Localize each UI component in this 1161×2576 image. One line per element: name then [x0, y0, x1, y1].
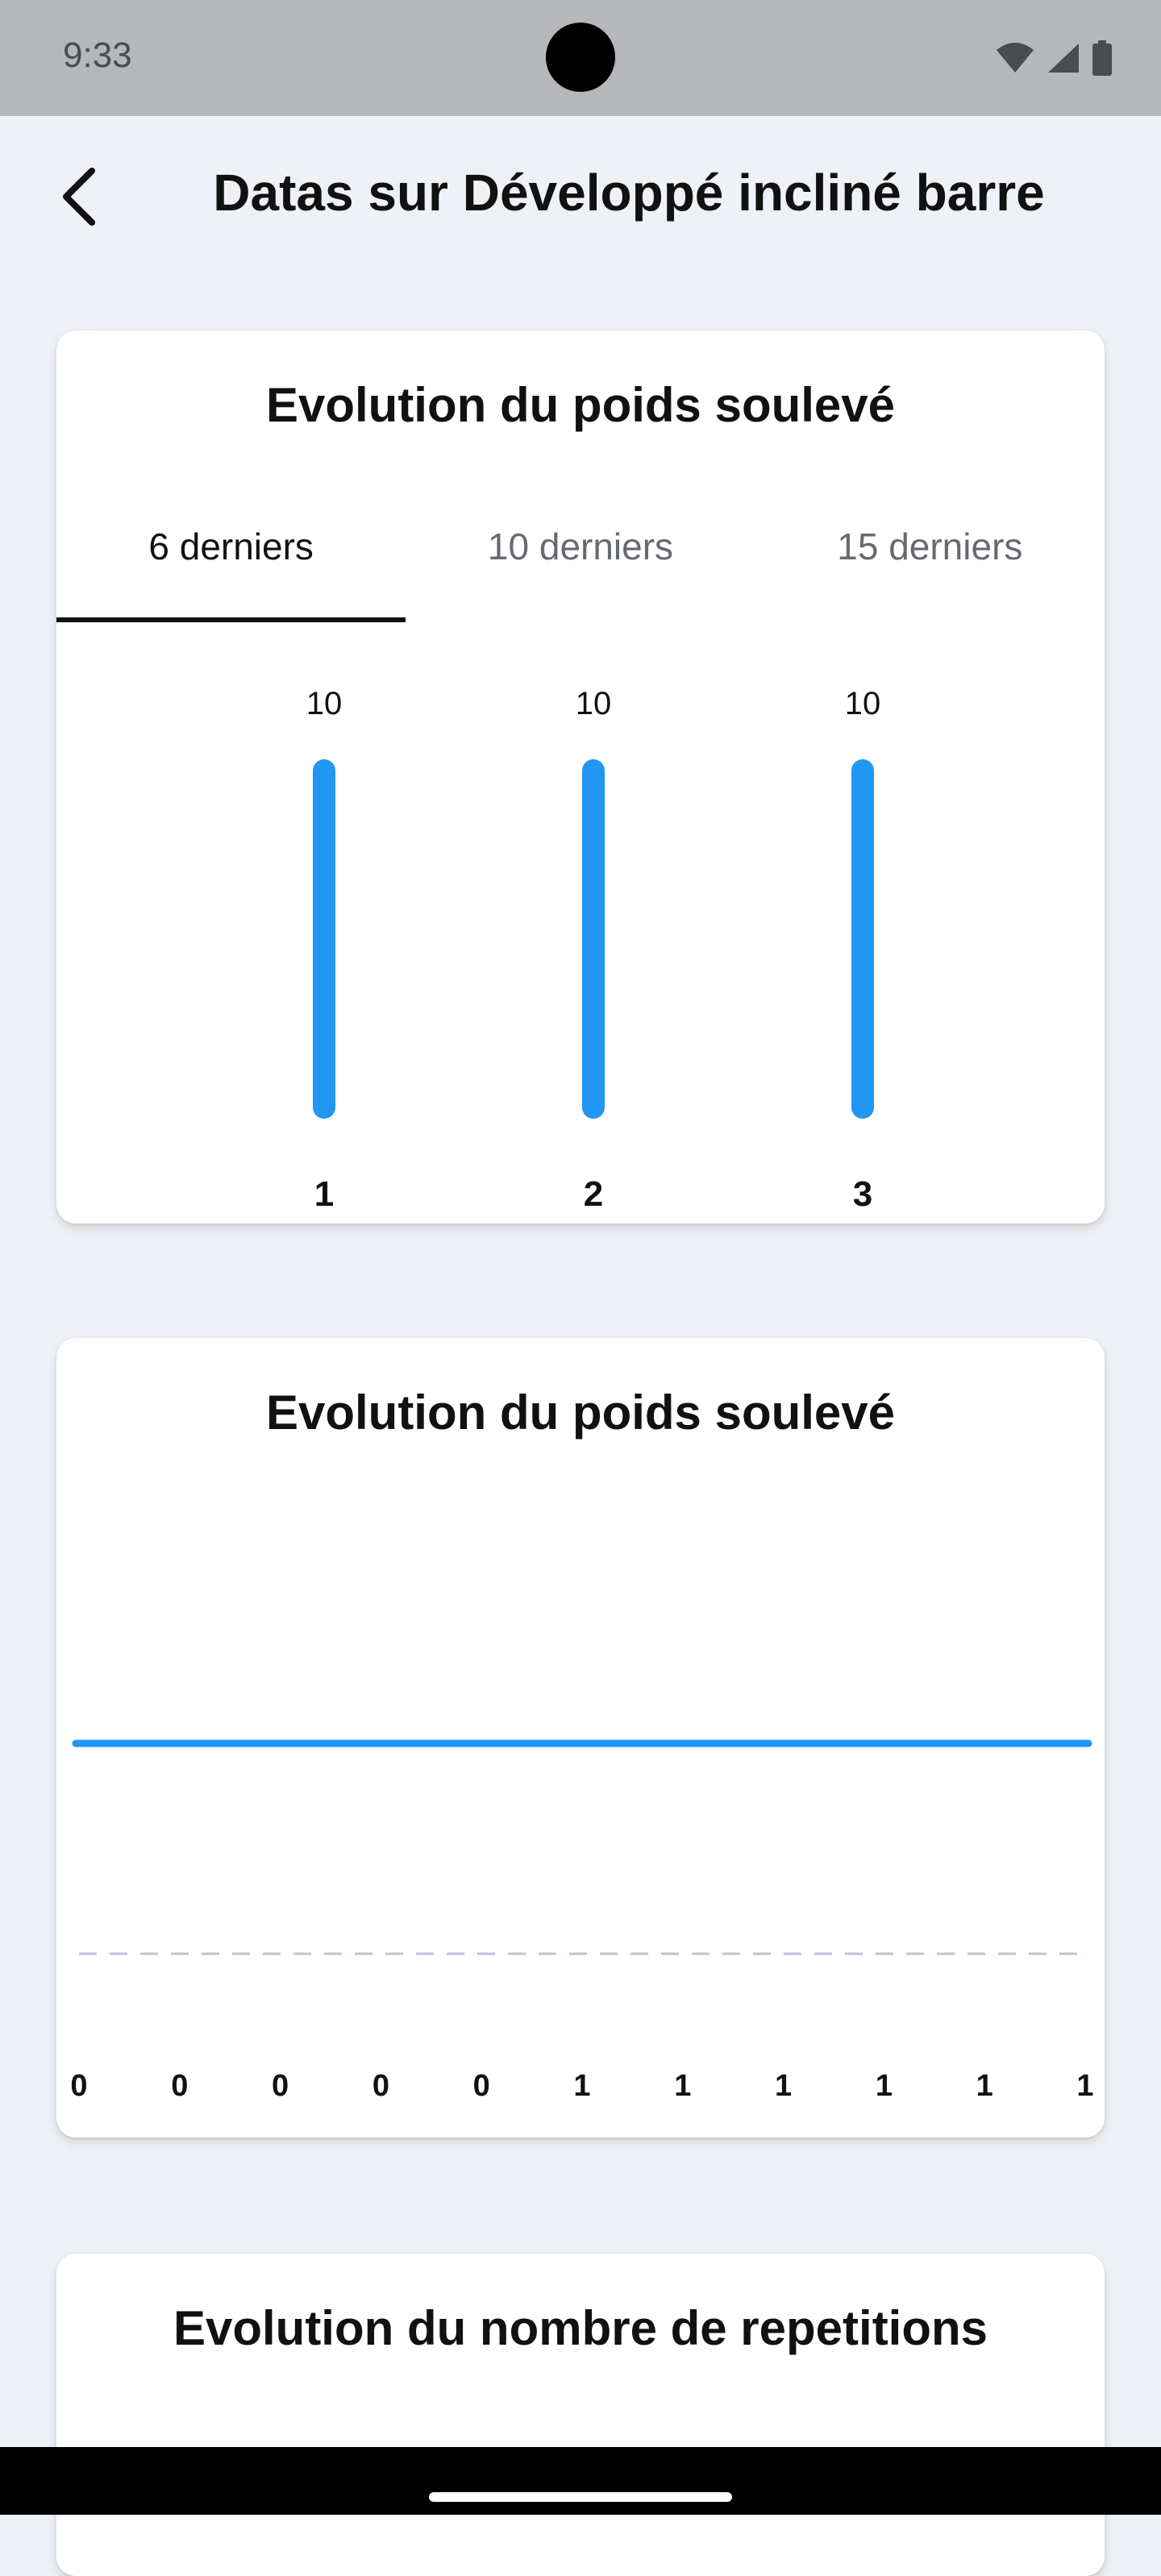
bar-value-label: 10 [576, 686, 612, 721]
battery-icon [1092, 40, 1112, 76]
wifi-icon [997, 43, 1034, 73]
home-gesture-pill[interactable] [429, 2492, 732, 2502]
card-title: Evolution du poids soulevé [265, 1386, 896, 1440]
tab-15-derniers[interactable]: 15 derniers [755, 500, 1105, 622]
x-tick-label: 0 [272, 2069, 289, 2103]
x-tick-label: 1 [775, 2069, 792, 2103]
range-tabs: 6 derniers 10 derniers 15 derniers [56, 500, 1105, 622]
line-chart: 0 0 0 0 0 1 1 1 1 1 1 [70, 1739, 1094, 2103]
bar-category-label: 2 [584, 1174, 603, 1214]
chart-bar [851, 759, 874, 1119]
back-arrow-icon [63, 168, 95, 226]
card-title: Evolution du nombre de repetitions [173, 2301, 988, 2355]
bar-chart: 10 1 10 2 10 3 [306, 686, 881, 1214]
x-tick-label: 0 [372, 2069, 389, 2103]
tab-label: 10 derniers [487, 526, 674, 567]
back-button[interactable] [48, 164, 113, 229]
x-tick-label: 0 [473, 2069, 490, 2103]
weight-line-chart-card: Evolution du poids soulevé 0 0 0 0 0 1 1 1 1 1 1 [56, 1338, 1105, 2138]
camera-cutout [546, 23, 615, 92]
status-bar: 9:33 [0, 0, 1161, 116]
x-tick-label: 1 [674, 2069, 691, 2103]
cellular-signal-icon [1048, 44, 1079, 73]
tab-label: 15 derniers [837, 526, 1023, 567]
chart-bar [313, 759, 335, 1119]
status-time: 9:33 [63, 35, 132, 75]
x-tick-label: 1 [1076, 2069, 1093, 2103]
status-icons [995, 39, 1113, 77]
x-tick-label: 1 [573, 2069, 590, 2103]
x-tick-label: 1 [976, 2069, 993, 2103]
app-header: Datas sur Développé incliné barre [0, 116, 1161, 277]
system-navigation-bar [0, 2447, 1161, 2515]
tab-6-derniers[interactable]: 6 derniers [56, 500, 406, 622]
page-title: Datas sur Développé incliné barre [213, 164, 1045, 222]
repetitions-chart-card: Evolution du nombre de repetitions [56, 2254, 1105, 2576]
x-tick-label: 0 [70, 2069, 87, 2103]
bar-value-label: 10 [306, 686, 343, 721]
weight-bar-chart-card: Evolution du poids soulevé 6 derniers 10… [56, 330, 1105, 1224]
tab-10-derniers[interactable]: 10 derniers [406, 500, 755, 622]
chart-bar [582, 759, 605, 1119]
bar-value-label: 10 [845, 686, 881, 721]
x-tick-label: 0 [171, 2069, 188, 2103]
card-title: Evolution du poids soulevé [265, 378, 896, 432]
bar-category-label: 1 [314, 1174, 334, 1214]
tab-indicator [56, 617, 406, 622]
x-tick-label: 1 [876, 2069, 893, 2103]
tab-label: 6 derniers [148, 526, 314, 567]
bar-category-label: 3 [853, 1174, 872, 1214]
